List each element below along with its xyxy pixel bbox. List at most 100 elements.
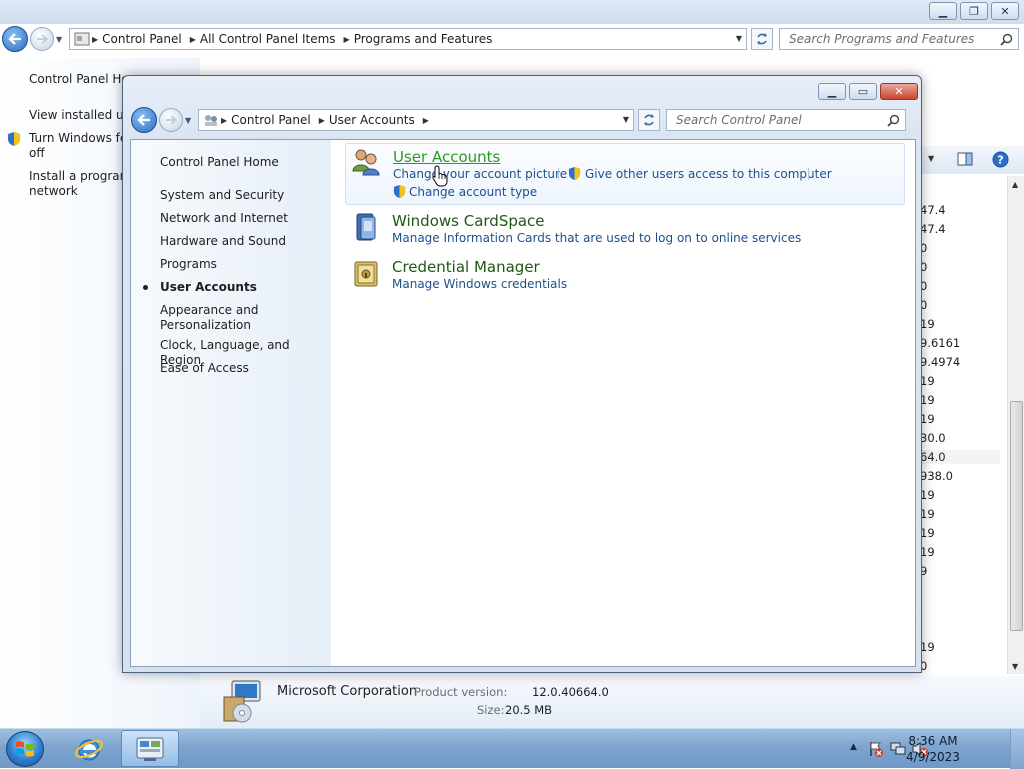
bg-breadcrumb-control-panel[interactable]: Control Panel: [102, 32, 182, 46]
task-give-other-users-access[interactable]: Give other users access to this computer: [585, 167, 832, 181]
nav-control-panel-home[interactable]: Control Panel Home: [160, 155, 325, 170]
search-box[interactable]: [666, 109, 906, 131]
maximize-icon: ▭: [857, 85, 869, 98]
category-credential-manager[interactable]: Credential Manager Manage Windows creden…: [345, 254, 905, 298]
address-dropdown-icon[interactable]: ▼: [623, 115, 629, 124]
nav-appearance-and-personalization[interactable]: Appearance and Personalization: [160, 303, 325, 333]
scroll-up-icon[interactable]: ▲: [1012, 180, 1018, 189]
action-center-flag-icon[interactable]: [868, 741, 884, 757]
category-user-accounts[interactable]: User Accounts Change your account pictur…: [345, 143, 905, 205]
breadcrumb-control-panel[interactable]: Control Panel: [231, 113, 311, 127]
address-dropdown-icon[interactable]: ▼: [736, 34, 742, 43]
taskbar-control-panel[interactable]: [121, 730, 179, 767]
list-item[interactable]: 19: [920, 545, 935, 559]
navigation-bar: ▼ ▶ Control Panel ▶ User Accounts ▶ ▼: [131, 105, 906, 135]
views-dropdown-icon[interactable]: ▼: [928, 154, 934, 163]
bg-vertical-scrollbar[interactable]: ▲ ▼: [1007, 176, 1024, 674]
control-panel-icon: [136, 737, 164, 761]
list-item[interactable]: 19: [920, 317, 935, 331]
category-title-user-accounts[interactable]: User Accounts: [393, 148, 500, 166]
help-icon[interactable]: ?: [992, 151, 1009, 168]
nav-ease-of-access[interactable]: Ease of Access: [160, 361, 325, 376]
bg-address-bar[interactable]: ▶ Control Panel ▶ All Control Panel Item…: [69, 28, 747, 50]
bg-breadcrumb-programs-features[interactable]: Programs and Features: [354, 32, 493, 46]
task-manage-information-cards[interactable]: Manage Information Cards that are used t…: [392, 231, 801, 245]
list-item[interactable]: 19: [920, 412, 935, 426]
clock-time: 8:36 AM: [908, 734, 958, 748]
list-item[interactable]: 938.0: [920, 469, 953, 483]
minimize-button[interactable]: ▁: [818, 83, 846, 100]
search-input[interactable]: [674, 112, 905, 128]
list-item[interactable]: 47.4: [920, 222, 946, 236]
bg-refresh-button[interactable]: [751, 28, 773, 50]
refresh-button[interactable]: [638, 109, 660, 131]
category-title-windows-cardspace[interactable]: Windows CardSpace: [392, 212, 545, 230]
programs-folder-icon: [74, 32, 90, 46]
bg-minimize-button[interactable]: ▁: [929, 2, 957, 20]
list-item[interactable]: 19: [920, 526, 935, 540]
list-item-selected[interactable]: 64.0: [920, 450, 1000, 464]
close-icon: ✕: [1000, 4, 1010, 18]
category-title-credential-manager[interactable]: Credential Manager: [392, 258, 540, 276]
nav-system-and-security[interactable]: System and Security: [160, 188, 325, 203]
nav-network-and-internet[interactable]: Network and Internet: [160, 211, 325, 226]
nav-user-accounts[interactable]: User Accounts: [160, 280, 325, 295]
user-accounts-window: ▁ ▭ ✕ ▼ ▶ Control Panel ▶ User Accounts …: [122, 75, 922, 673]
show-hidden-icons-button[interactable]: ▲: [850, 742, 857, 752]
breadcrumb-user-accounts[interactable]: User Accounts: [329, 113, 415, 127]
task-change-account-type[interactable]: Change account type: [409, 185, 537, 199]
list-item[interactable]: 19: [920, 507, 935, 521]
bg-program-list[interactable]: 47.4 47.4 0 0 0 0 19 9.6161 9.4974 19 19…: [916, 176, 1006, 676]
bg-close-button[interactable]: ✕: [991, 2, 1019, 20]
category-windows-cardspace[interactable]: Windows CardSpace Manage Information Car…: [345, 208, 905, 252]
bg-search-box[interactable]: [779, 28, 1019, 50]
bg-link-install-network-program-cont[interactable]: network: [29, 184, 78, 199]
start-button[interactable]: [6, 731, 44, 767]
bg-link-control-panel-home[interactable]: Control Panel Hor: [29, 72, 134, 87]
list-item[interactable]: 47.4: [920, 203, 946, 217]
list-item[interactable]: 19: [920, 393, 935, 407]
bg-title-bar[interactable]: ▁ ❐ ✕: [0, 0, 1024, 24]
taskbar-internet-explorer[interactable]: [60, 730, 118, 767]
bg-restore-button[interactable]: ❐: [960, 2, 988, 20]
search-icon[interactable]: [887, 114, 900, 127]
maximize-button[interactable]: ▭: [849, 83, 877, 100]
bg-back-button[interactable]: [2, 26, 28, 52]
preview-pane-icon[interactable]: [957, 152, 973, 166]
bg-link-turn-windows-features[interactable]: Turn Windows fea: [29, 131, 135, 146]
nav-hardware-and-sound[interactable]: Hardware and Sound: [160, 234, 325, 249]
task-change-account-picture[interactable]: Change your account picture: [393, 167, 567, 181]
nav-programs[interactable]: Programs: [160, 257, 325, 272]
bg-search-input[interactable]: [787, 31, 1018, 47]
address-bar[interactable]: ▶ Control Panel ▶ User Accounts ▶ ▼: [198, 109, 634, 131]
uac-shield-icon: [568, 167, 581, 180]
left-navigation-pane: Control Panel Home System and Security N…: [131, 140, 331, 666]
recent-pages-button[interactable]: ▼: [185, 116, 195, 125]
uac-shield-icon: [393, 185, 406, 198]
task-manage-windows-credentials[interactable]: Manage Windows credentials: [392, 277, 567, 291]
system-clock[interactable]: 8:36 AM 4/9/2023: [898, 733, 968, 765]
list-item[interactable]: 19: [920, 374, 935, 388]
chevron-down-icon: ▼: [185, 115, 192, 125]
show-desktop-button[interactable]: [1010, 729, 1024, 769]
list-item[interactable]: 9.6161: [920, 336, 960, 350]
list-item[interactable]: 19: [920, 640, 935, 654]
bg-breadcrumb-all-items[interactable]: All Control Panel Items: [200, 32, 336, 46]
task-divider: [558, 168, 559, 180]
forward-button[interactable]: [159, 108, 183, 132]
breadcrumb-separator-icon: ▶: [422, 115, 429, 125]
bg-forward-button[interactable]: [30, 27, 54, 51]
bg-link-turn-windows-features-cont[interactable]: off: [29, 146, 45, 161]
search-icon[interactable]: [1000, 33, 1013, 46]
bg-recent-pages-button[interactable]: ▼: [56, 35, 66, 44]
scrollbar-thumb[interactable]: [1010, 401, 1023, 631]
bg-details-pane: Microsoft Corporation Product version: 1…: [200, 676, 1024, 728]
list-item[interactable]: 19: [920, 488, 935, 502]
bg-list-toolbar: ▼ ?: [920, 146, 1024, 174]
close-button[interactable]: ✕: [880, 83, 918, 100]
list-item[interactable]: 30.0: [920, 431, 946, 445]
scroll-down-icon[interactable]: ▼: [1012, 662, 1018, 671]
uac-shield-icon: [8, 132, 20, 146]
list-item[interactable]: 9.4974: [920, 355, 960, 369]
back-button[interactable]: [131, 107, 157, 133]
